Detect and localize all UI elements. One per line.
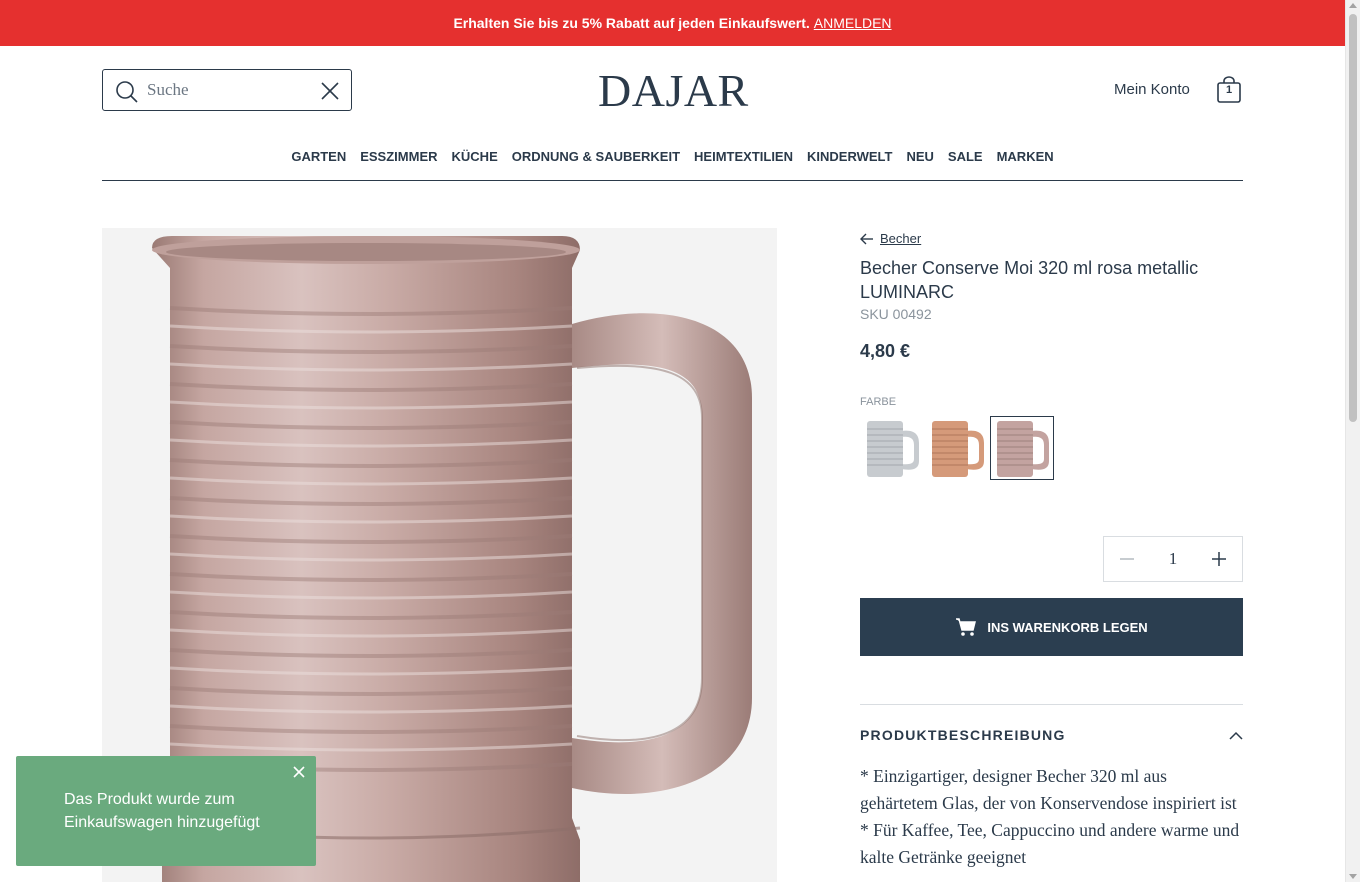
- scroll-up-arrow[interactable]: [1349, 3, 1357, 8]
- swatch-copper[interactable]: [925, 416, 989, 480]
- quantity-decrease-button[interactable]: [1104, 537, 1150, 581]
- quantity-value[interactable]: 1: [1150, 549, 1196, 569]
- swatch-silver[interactable]: [860, 416, 924, 480]
- breadcrumb-label: Becher: [880, 231, 922, 246]
- nav-item-marken[interactable]: MARKEN: [997, 146, 1054, 180]
- description-accordion-header[interactable]: PRODUKTBESCHREIBUNG: [860, 704, 1243, 743]
- page-scrollbar[interactable]: [1345, 0, 1360, 882]
- scroll-down-arrow[interactable]: [1349, 874, 1357, 879]
- product-sku: SKU 00492: [860, 306, 932, 322]
- cart-count: 1: [1225, 84, 1233, 96]
- arrow-left-icon: [860, 233, 873, 244]
- breadcrumb-back-link[interactable]: Becher: [860, 231, 921, 246]
- search-box[interactable]: [102, 69, 352, 111]
- promo-bar: Erhalten Sie bis zu 5% Rabatt auf jeden …: [0, 0, 1345, 46]
- nav-item-heimtextilien[interactable]: HEIMTEXTILIEN: [694, 146, 793, 180]
- cart-button[interactable]: 1: [1216, 76, 1242, 104]
- clear-search-icon[interactable]: [321, 82, 339, 100]
- shopping-cart-icon: [956, 618, 977, 636]
- promo-text: Erhalten Sie bis zu 5% Rabatt auf jeden …: [453, 15, 810, 31]
- swatch-rose[interactable]: [990, 416, 1054, 480]
- scrollbar-thumb[interactable]: [1349, 14, 1357, 422]
- mug-thumbnail-icon: [867, 421, 919, 477]
- add-to-cart-label: INS WARENKORB LEGEN: [987, 619, 1148, 635]
- quantity-increase-button[interactable]: [1196, 537, 1242, 581]
- close-icon[interactable]: [292, 765, 306, 779]
- search-input[interactable]: [147, 78, 307, 102]
- plus-icon: [1212, 552, 1226, 566]
- minus-icon: [1120, 558, 1134, 560]
- nav-item-kueche[interactable]: KÜCHE: [452, 146, 498, 180]
- nav-item-kinderwelt[interactable]: KINDERWELT: [807, 146, 892, 180]
- nav-item-sale[interactable]: SALE: [948, 146, 983, 180]
- nav-item-ordnung[interactable]: ORDNUNG & SAUBERKEIT: [512, 146, 680, 180]
- color-label: FARBE: [860, 396, 897, 408]
- quantity-stepper: 1: [1103, 536, 1243, 582]
- chevron-up-icon: [1229, 731, 1243, 740]
- description-heading: PRODUKTBESCHREIBUNG: [860, 727, 1066, 743]
- description-line: * Für Kaffee, Tee, Cappuccino und andere…: [860, 820, 1240, 867]
- product-price: 4,80 €: [860, 341, 911, 361]
- promo-login-link[interactable]: ANMELDEN: [814, 15, 892, 31]
- toast-message: Das Produkt wurde zum Einkaufswagen hinz…: [64, 791, 260, 831]
- description-line: * Einzigartiger, designer Becher 320 ml …: [860, 766, 1237, 813]
- mug-thumbnail-icon: [997, 421, 1049, 477]
- search-icon: [116, 81, 138, 103]
- product-title: Becher Conserve Moi 320 ml rosa metallic…: [860, 258, 1199, 302]
- add-to-cart-button[interactable]: INS WARENKORB LEGEN: [860, 598, 1243, 656]
- product-description: * Einzigartiger, designer Becher 320 ml …: [860, 763, 1243, 871]
- nav-item-garten[interactable]: GARTEN: [291, 146, 346, 180]
- mug-thumbnail-icon: [932, 421, 984, 477]
- nav-item-esszimmer[interactable]: ESSZIMMER: [360, 146, 437, 180]
- site-logo[interactable]: DAJAR: [598, 64, 749, 117]
- nav-item-neu[interactable]: NEU: [906, 146, 933, 180]
- cart-toast: Das Produkt wurde zum Einkaufswagen hinz…: [16, 756, 316, 866]
- main-nav: GARTEN ESSZIMMER KÜCHE ORDNUNG & SAUBERK…: [102, 146, 1243, 181]
- account-link[interactable]: Mein Konto: [1114, 81, 1190, 98]
- color-swatches: [860, 416, 1054, 480]
